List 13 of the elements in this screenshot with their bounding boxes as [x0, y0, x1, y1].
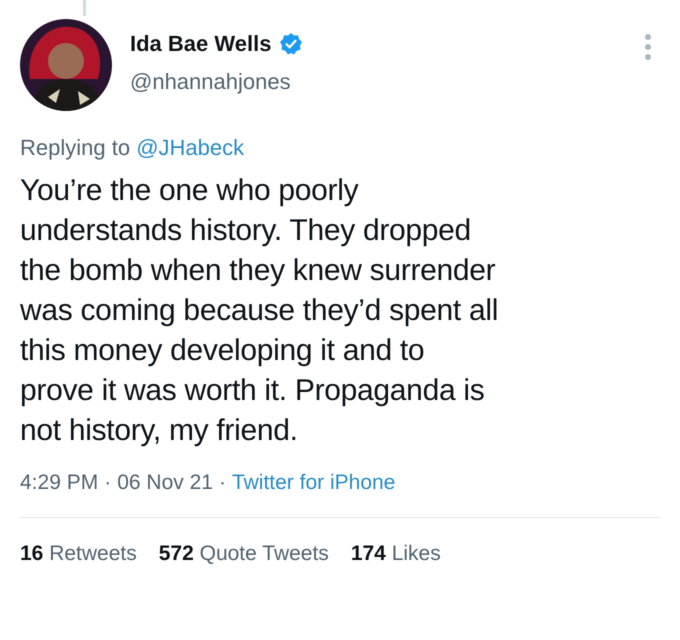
timestamp[interactable]: 4:29 PM [20, 471, 98, 495]
stat-link[interactable]: 572 Quote Tweets [158, 542, 329, 566]
date[interactable]: 06 Nov 21 [117, 471, 213, 495]
user-handle[interactable]: @nhannahjones [130, 69, 644, 95]
reply-context: Replying to @JHabeck [20, 135, 246, 161]
mention-link[interactable]: @JHabeck [136, 135, 244, 160]
stat-link[interactable]: 174 Likes [350, 542, 441, 566]
display-name[interactable]: Ida Bae Wells [130, 31, 272, 57]
stat-link[interactable]: 16 Retweets [20, 542, 137, 566]
separator-dot: · [104, 471, 112, 495]
tweet-text: You’re the one who poorly understands history. They dropped the bomb when they knew surrender was coming because they’d spent all this money developing it and to prove it was worth it. Propaganda is not history, my friend. [20, 173, 500, 449]
separator-dot: · [218, 471, 226, 495]
source-link[interactable]: Twitter for iPhone [232, 471, 396, 495]
